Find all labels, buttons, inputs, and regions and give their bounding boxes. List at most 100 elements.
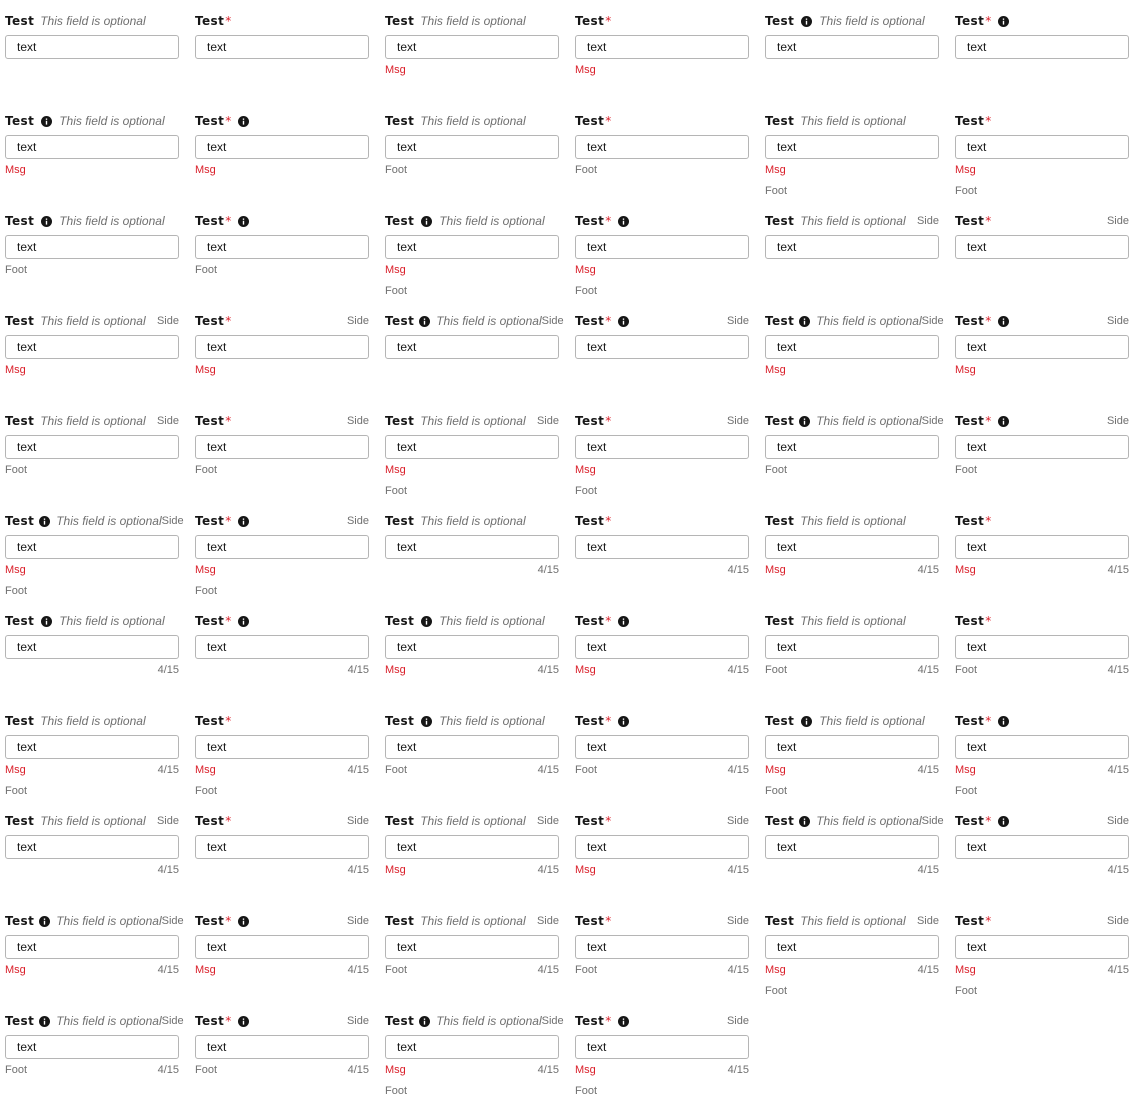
text-input[interactable] [765,435,939,459]
text-input[interactable] [385,335,559,359]
info-icon[interactable] [39,614,53,628]
text-input[interactable] [765,235,939,259]
text-input[interactable] [575,135,749,159]
text-input[interactable] [5,835,179,859]
text-input[interactable] [765,35,939,59]
text-input[interactable] [5,1035,179,1059]
text-input[interactable] [765,135,939,159]
text-input[interactable] [385,1035,559,1059]
text-input[interactable] [575,535,749,559]
info-icon[interactable] [236,214,250,228]
text-input[interactable] [765,535,939,559]
info-icon[interactable] [419,614,433,628]
info-icon[interactable] [39,214,53,228]
optional-hint: This field is optional [800,614,906,628]
info-icon[interactable] [419,714,433,728]
text-input[interactable] [5,535,179,559]
text-input[interactable] [5,235,179,259]
text-input[interactable] [5,435,179,459]
text-input[interactable] [385,35,559,59]
text-input[interactable] [765,835,939,859]
text-input[interactable] [385,435,559,459]
text-input[interactable] [955,235,1129,259]
text-input[interactable] [955,835,1129,859]
text-input[interactable] [195,35,369,59]
info-icon[interactable] [799,814,811,828]
text-input[interactable] [5,335,179,359]
text-input[interactable] [575,235,749,259]
text-input[interactable] [575,635,749,659]
text-input[interactable] [765,735,939,759]
text-input[interactable] [765,635,939,659]
text-input[interactable] [5,935,179,959]
text-input[interactable] [5,35,179,59]
info-icon[interactable] [39,514,51,528]
info-icon[interactable] [616,614,630,628]
text-input[interactable] [385,635,559,659]
info-icon[interactable] [616,214,630,228]
text-input[interactable] [575,335,749,359]
info-icon[interactable] [236,614,250,628]
info-icon[interactable] [799,714,813,728]
text-input[interactable] [195,735,369,759]
text-input[interactable] [385,535,559,559]
text-input[interactable] [385,835,559,859]
text-input[interactable] [5,135,179,159]
info-icon[interactable] [236,1014,250,1028]
info-icon[interactable] [996,14,1010,28]
text-input[interactable] [955,935,1129,959]
text-input[interactable] [385,935,559,959]
text-input[interactable] [955,335,1129,359]
info-icon[interactable] [996,414,1010,428]
text-input[interactable] [955,35,1129,59]
info-icon[interactable] [39,114,53,128]
info-icon[interactable] [996,314,1010,328]
info-icon[interactable] [616,714,630,728]
info-icon[interactable] [419,314,431,328]
info-icon[interactable] [616,314,630,328]
text-input[interactable] [955,735,1129,759]
text-input[interactable] [195,335,369,359]
text-input[interactable] [955,635,1129,659]
info-icon[interactable] [236,914,250,928]
text-input[interactable] [195,635,369,659]
info-icon[interactable] [39,914,51,928]
text-input[interactable] [575,835,749,859]
text-input[interactable] [385,735,559,759]
required-asterisk: * [605,914,612,928]
info-icon[interactable] [236,514,250,528]
text-input-field: Test * Side [575,310,749,406]
text-input[interactable] [575,735,749,759]
text-input[interactable] [575,935,749,959]
text-input[interactable] [385,235,559,259]
text-input[interactable] [575,35,749,59]
text-input[interactable] [385,135,559,159]
info-icon[interactable] [419,214,433,228]
text-input[interactable] [5,735,179,759]
text-input[interactable] [195,1035,369,1059]
text-input[interactable] [955,135,1129,159]
text-input[interactable] [765,335,939,359]
text-input[interactable] [195,835,369,859]
info-icon[interactable] [799,314,811,328]
text-input-field: Test* Msg [195,110,369,206]
text-input[interactable] [955,535,1129,559]
text-input[interactable] [195,435,369,459]
text-input[interactable] [575,435,749,459]
info-icon[interactable] [616,1014,630,1028]
text-input[interactable] [195,535,369,559]
info-icon[interactable] [39,1014,51,1028]
info-icon[interactable] [419,1014,431,1028]
text-input[interactable] [955,435,1129,459]
text-input[interactable] [765,935,939,959]
text-input[interactable] [195,135,369,159]
info-icon[interactable] [996,814,1010,828]
info-icon[interactable] [996,714,1010,728]
text-input[interactable] [195,235,369,259]
text-input[interactable] [195,935,369,959]
info-icon[interactable] [799,14,813,28]
text-input[interactable] [575,1035,749,1059]
info-icon[interactable] [236,114,250,128]
info-icon[interactable] [799,414,811,428]
text-input[interactable] [5,635,179,659]
